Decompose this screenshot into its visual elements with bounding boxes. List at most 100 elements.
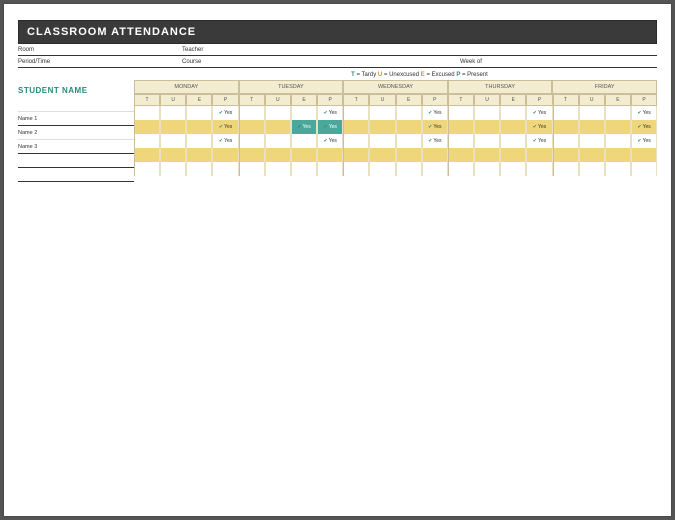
attendance-cell[interactable] bbox=[631, 162, 657, 176]
attendance-cell[interactable] bbox=[500, 148, 526, 162]
attendance-cell[interactable] bbox=[369, 120, 395, 134]
attendance-cell[interactable] bbox=[186, 134, 212, 148]
attendance-cell[interactable] bbox=[605, 162, 631, 176]
attendance-cell[interactable] bbox=[265, 162, 291, 176]
attendance-cell[interactable] bbox=[526, 162, 552, 176]
attendance-cell[interactable] bbox=[186, 106, 212, 120]
attendance-cell[interactable]: ✔Yes bbox=[526, 106, 552, 120]
attendance-cell[interactable]: ✔Yes bbox=[631, 134, 657, 148]
attendance-cell[interactable] bbox=[134, 162, 160, 176]
attendance-cell[interactable] bbox=[369, 134, 395, 148]
attendance-cell[interactable]: ✔Yes bbox=[291, 120, 317, 134]
attendance-cell[interactable] bbox=[134, 148, 160, 162]
attendance-cell[interactable] bbox=[422, 148, 448, 162]
attendance-cell[interactable] bbox=[579, 106, 605, 120]
attendance-cell[interactable] bbox=[396, 106, 422, 120]
attendance-cell[interactable] bbox=[134, 120, 160, 134]
attendance-cell[interactable] bbox=[265, 148, 291, 162]
attendance-cell[interactable] bbox=[474, 134, 500, 148]
attendance-cell[interactable]: ✔Yes bbox=[422, 120, 448, 134]
attendance-cell[interactable] bbox=[553, 162, 579, 176]
attendance-cell[interactable] bbox=[160, 134, 186, 148]
attendance-cell[interactable] bbox=[500, 106, 526, 120]
attendance-cell[interactable] bbox=[500, 162, 526, 176]
attendance-cell[interactable] bbox=[448, 120, 474, 134]
attendance-cell[interactable] bbox=[343, 162, 369, 176]
attendance-cell[interactable] bbox=[265, 120, 291, 134]
attendance-cell[interactable] bbox=[605, 106, 631, 120]
attendance-cell[interactable] bbox=[396, 134, 422, 148]
attendance-cell[interactable] bbox=[317, 148, 343, 162]
attendance-cell[interactable]: ✔Yes bbox=[212, 120, 238, 134]
attendance-cell[interactable] bbox=[343, 134, 369, 148]
attendance-cell[interactable] bbox=[160, 106, 186, 120]
attendance-cell[interactable] bbox=[291, 106, 317, 120]
attendance-cell[interactable] bbox=[396, 120, 422, 134]
attendance-cell[interactable]: ✔Yes bbox=[631, 106, 657, 120]
attendance-cell[interactable] bbox=[474, 120, 500, 134]
attendance-cell[interactable] bbox=[448, 148, 474, 162]
attendance-cell[interactable] bbox=[448, 134, 474, 148]
attendance-cell[interactable] bbox=[239, 148, 265, 162]
attendance-cell[interactable] bbox=[526, 148, 552, 162]
attendance-cell[interactable] bbox=[448, 106, 474, 120]
attendance-cell[interactable] bbox=[265, 134, 291, 148]
attendance-cell[interactable] bbox=[369, 148, 395, 162]
attendance-cell[interactable]: ✔Yes bbox=[212, 134, 238, 148]
attendance-cell[interactable]: ✔Yes bbox=[317, 106, 343, 120]
attendance-cell[interactable] bbox=[631, 148, 657, 162]
attendance-cell[interactable] bbox=[553, 120, 579, 134]
attendance-cell[interactable] bbox=[134, 106, 160, 120]
attendance-cell[interactable] bbox=[553, 148, 579, 162]
attendance-cell[interactable] bbox=[343, 120, 369, 134]
attendance-cell[interactable] bbox=[291, 148, 317, 162]
attendance-cell[interactable] bbox=[343, 148, 369, 162]
attendance-cell[interactable] bbox=[265, 106, 291, 120]
attendance-cell[interactable] bbox=[553, 134, 579, 148]
attendance-cell[interactable] bbox=[500, 120, 526, 134]
attendance-cell[interactable] bbox=[212, 148, 238, 162]
attendance-cell[interactable] bbox=[605, 148, 631, 162]
attendance-cell[interactable]: ✔Yes bbox=[526, 120, 552, 134]
attendance-cell[interactable] bbox=[553, 106, 579, 120]
attendance-cell[interactable] bbox=[579, 148, 605, 162]
attendance-cell[interactable] bbox=[605, 120, 631, 134]
attendance-cell[interactable] bbox=[396, 148, 422, 162]
attendance-cell[interactable] bbox=[239, 162, 265, 176]
attendance-cell[interactable] bbox=[369, 106, 395, 120]
attendance-cell[interactable] bbox=[186, 148, 212, 162]
attendance-cell[interactable] bbox=[317, 162, 343, 176]
attendance-cell[interactable] bbox=[239, 120, 265, 134]
attendance-cell[interactable]: ✔Yes bbox=[422, 134, 448, 148]
attendance-cell[interactable] bbox=[239, 106, 265, 120]
attendance-cell[interactable] bbox=[186, 162, 212, 176]
attendance-cell[interactable]: ✔Yes bbox=[526, 134, 552, 148]
attendance-cell[interactable] bbox=[579, 162, 605, 176]
attendance-cell[interactable]: ✔Yes bbox=[317, 120, 343, 134]
attendance-cell[interactable] bbox=[186, 120, 212, 134]
attendance-cell[interactable] bbox=[239, 134, 265, 148]
attendance-cell[interactable] bbox=[605, 134, 631, 148]
attendance-cell[interactable] bbox=[474, 162, 500, 176]
attendance-cell[interactable] bbox=[369, 162, 395, 176]
attendance-cell[interactable]: ✔Yes bbox=[631, 120, 657, 134]
attendance-cell[interactable] bbox=[343, 106, 369, 120]
attendance-cell[interactable] bbox=[160, 120, 186, 134]
attendance-cell[interactable] bbox=[291, 162, 317, 176]
attendance-cell[interactable] bbox=[474, 106, 500, 120]
attendance-cell[interactable] bbox=[422, 162, 448, 176]
attendance-cell[interactable]: ✔Yes bbox=[212, 106, 238, 120]
attendance-cell[interactable] bbox=[160, 162, 186, 176]
attendance-cell[interactable] bbox=[212, 162, 238, 176]
attendance-cell[interactable] bbox=[291, 134, 317, 148]
attendance-cell[interactable] bbox=[500, 134, 526, 148]
attendance-cell[interactable] bbox=[160, 148, 186, 162]
attendance-cell[interactable] bbox=[396, 162, 422, 176]
attendance-cell[interactable]: ✔Yes bbox=[317, 134, 343, 148]
attendance-cell[interactable] bbox=[474, 148, 500, 162]
attendance-cell[interactable] bbox=[579, 120, 605, 134]
attendance-cell[interactable] bbox=[448, 162, 474, 176]
attendance-cell[interactable] bbox=[134, 134, 160, 148]
attendance-cell[interactable] bbox=[579, 134, 605, 148]
attendance-cell[interactable]: ✔Yes bbox=[422, 106, 448, 120]
